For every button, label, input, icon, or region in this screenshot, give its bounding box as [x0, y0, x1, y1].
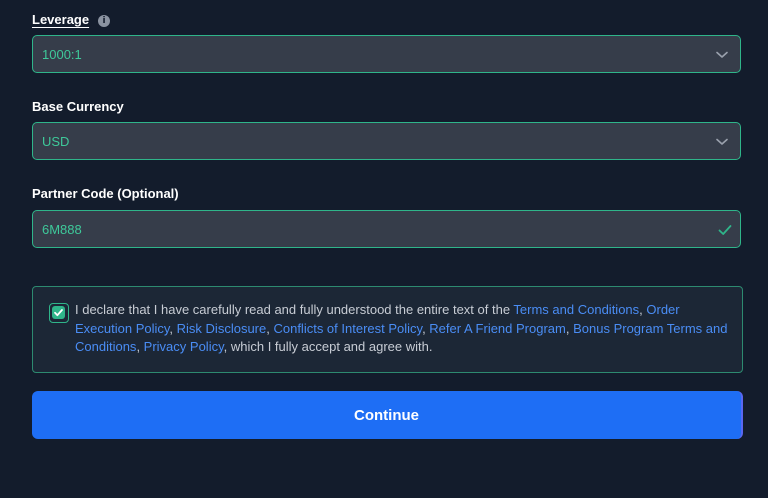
- declaration-checkbox[interactable]: [49, 303, 69, 323]
- refer-friend-link[interactable]: Refer A Friend Program: [429, 321, 566, 336]
- leverage-select[interactable]: 1000:1: [32, 35, 741, 73]
- risk-disclosure-link[interactable]: Risk Disclosure: [177, 321, 267, 336]
- partner-code-input[interactable]: 6M888: [32, 210, 741, 248]
- declaration-box: I declare that I have carefully read and…: [32, 286, 743, 373]
- checkmark-icon: [54, 309, 63, 317]
- base-currency-select[interactable]: USD: [32, 122, 741, 160]
- declaration-intro: I declare that I have carefully read and…: [75, 302, 514, 317]
- leverage-label-row: Leverage i: [32, 12, 111, 27]
- separator: ,: [136, 339, 144, 354]
- terms-link[interactable]: Terms and Conditions: [513, 302, 639, 317]
- partner-code-value: 6M888: [42, 222, 82, 237]
- chevron-down-icon: [716, 138, 728, 145]
- info-icon[interactable]: i: [98, 15, 111, 27]
- leverage-label[interactable]: Leverage: [32, 12, 89, 27]
- base-currency-value: USD: [42, 134, 70, 149]
- separator: ,: [565, 320, 574, 336]
- declaration-outro: , which I fully accept and agree with.: [223, 339, 433, 354]
- leverage-value: 1000:1: [42, 47, 82, 62]
- chevron-down-icon: [716, 51, 728, 58]
- conflicts-link[interactable]: Conflicts of Interest Policy: [273, 321, 422, 336]
- base-currency-label: Base Currency: [32, 99, 124, 114]
- continue-button[interactable]: Continue: [32, 391, 743, 439]
- partner-code-label: Partner Code (Optional): [32, 186, 179, 201]
- separator: ,: [169, 320, 177, 336]
- declaration-text: I declare that I have carefully read and…: [75, 301, 730, 357]
- privacy-link[interactable]: Privacy Policy: [144, 339, 224, 354]
- check-icon: [718, 225, 732, 235]
